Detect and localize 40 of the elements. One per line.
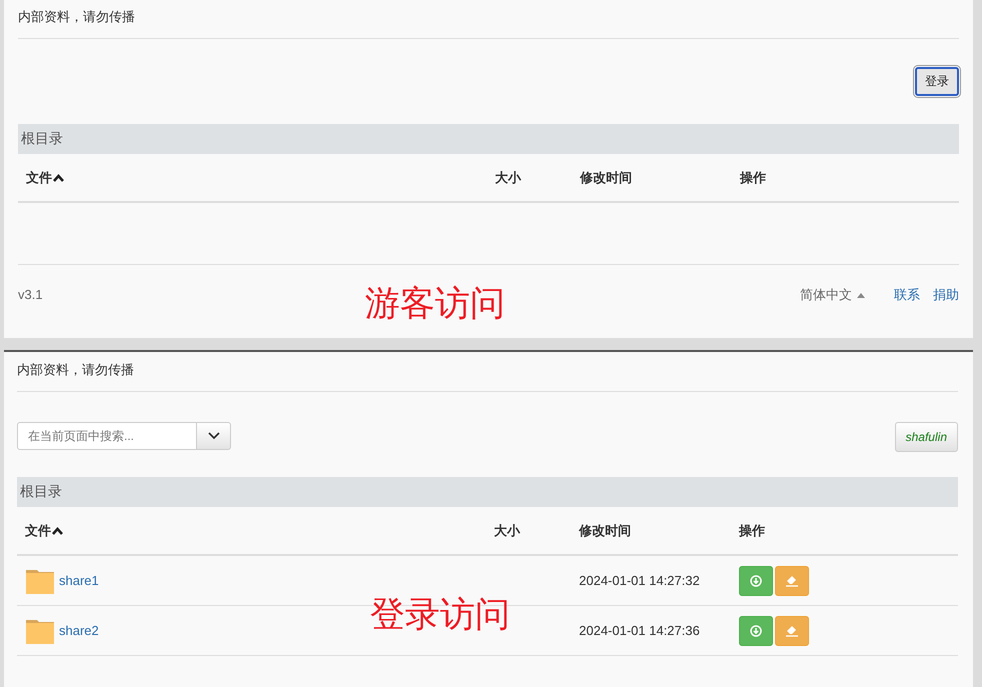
caret-up-icon	[857, 292, 865, 298]
language-selector[interactable]: 简体中文	[800, 286, 865, 304]
sort-caret-icon	[52, 526, 63, 534]
folder-link[interactable]: share2	[59, 623, 99, 638]
rename-button[interactable]	[775, 616, 809, 646]
notice-text: 内部资料，请勿传播	[18, 8, 136, 26]
annotation-text: 游客访问	[365, 286, 505, 321]
eraser-icon	[785, 574, 799, 586]
column-header[interactable]: 文件	[17, 522, 486, 540]
annotation-text: 登录访问	[370, 597, 510, 632]
footer-link[interactable]: 捐助	[933, 286, 959, 304]
column-header[interactable]: 修改时间	[571, 522, 731, 540]
eraser-icon	[785, 624, 799, 636]
breadcrumb-item[interactable]: 根目录	[20, 483, 62, 501]
column-header[interactable]: 文件	[18, 168, 487, 186]
column-header[interactable]: 修改时间	[572, 168, 732, 186]
column-header[interactable]: 大小	[486, 522, 571, 540]
folder-icon	[26, 618, 54, 644]
download-icon	[750, 624, 762, 636]
version-text: v3.1	[18, 286, 43, 302]
login-button[interactable]: 登录	[915, 67, 959, 96]
table-cell: 2024-01-01 14:27:36	[579, 623, 700, 638]
dropdown-button[interactable]	[197, 422, 231, 450]
column-header[interactable]: 大小	[487, 168, 572, 186]
download-icon	[750, 574, 762, 586]
folder-link[interactable]: share1	[59, 573, 99, 588]
chevron-down-icon	[208, 432, 220, 440]
notice-text: 内部资料，请勿传播	[17, 361, 135, 379]
column-header[interactable]: 操作	[732, 168, 959, 186]
folder-icon	[26, 568, 54, 594]
user-button[interactable]: shafulin	[894, 422, 958, 452]
download-button[interactable]	[739, 616, 773, 646]
download-button[interactable]	[739, 566, 773, 596]
footer-link[interactable]: 联系	[894, 286, 920, 304]
column-header[interactable]: 操作	[731, 522, 958, 540]
sort-caret-icon	[53, 174, 64, 182]
table-cell: 2024-01-01 14:27:32	[579, 573, 700, 588]
search-field[interactable]: 在当前页面中搜索...	[17, 422, 197, 450]
rename-button[interactable]	[775, 566, 809, 596]
breadcrumb-item[interactable]: 根目录	[21, 130, 63, 148]
